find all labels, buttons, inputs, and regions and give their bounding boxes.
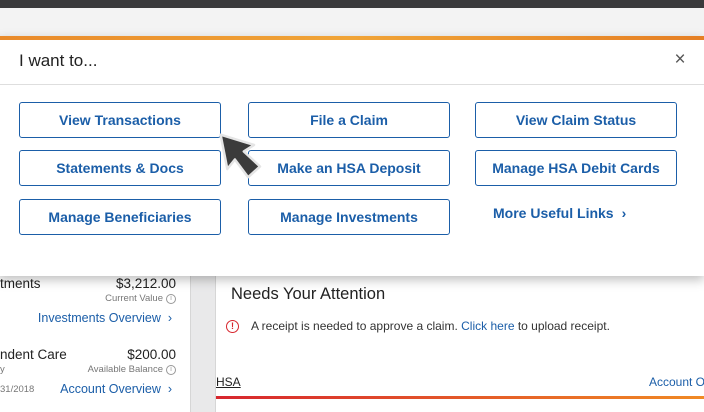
alert-icon: ! — [226, 319, 239, 333]
account-date: 31/2018 — [0, 384, 35, 395]
modal-title: I want to... — [19, 51, 98, 70]
statements-docs-button[interactable]: Statements & Docs — [19, 150, 221, 186]
info-icon[interactable]: i — [166, 293, 176, 304]
account-overview-link[interactable]: Account O — [649, 375, 704, 389]
header-strip — [0, 8, 704, 36]
view-claim-status-button[interactable]: View Claim Status — [475, 102, 677, 138]
account-amount: $200.00 — [127, 347, 176, 362]
chevron-right-icon: › — [167, 382, 172, 396]
account-name: ndent Care — [0, 347, 67, 362]
top-bar — [0, 0, 704, 8]
chevron-right-icon: › — [621, 205, 627, 221]
investments-overview-link[interactable]: Investments Overview › — [38, 311, 172, 325]
link-label: Account Overview — [60, 382, 161, 396]
account-overview-link[interactable]: Account Overview › — [60, 382, 172, 396]
upload-receipt-link[interactable]: Click here — [461, 319, 514, 333]
account-sub: Available Balance i — [88, 364, 176, 375]
make-hsa-deposit-button[interactable]: Make an HSA Deposit — [248, 150, 450, 186]
account-amount: $3,212.00 — [115, 276, 176, 291]
info-icon[interactable]: i — [166, 364, 176, 375]
link-label: Investments Overview — [37, 311, 161, 325]
account-sub-label: Current Value — [105, 293, 163, 304]
manage-investments-button[interactable]: Manage Investments — [248, 199, 450, 235]
manage-beneficiaries-button[interactable]: Manage Beneficiaries — [19, 199, 221, 235]
mouse-pointer-icon — [219, 133, 262, 179]
account-sub-label: Available Balance — [87, 364, 163, 375]
alert-row: ! A receipt is needed to approve a claim… — [226, 319, 610, 333]
account-name: tments — [0, 276, 41, 291]
close-icon[interactable]: × — [670, 50, 690, 70]
chevron-right-icon: › — [167, 311, 172, 325]
account-sub: Current Value i — [105, 293, 176, 304]
manage-hsa-debit-cards-button[interactable]: Manage HSA Debit Cards — [475, 150, 677, 186]
attention-title: Needs Your Attention — [231, 285, 386, 303]
alert-suffix: to upload receipt. — [517, 319, 610, 333]
more-useful-links[interactable]: More Useful Links › — [493, 205, 626, 221]
modal-accent-bar — [0, 36, 704, 40]
main-panel: Needs Your Attention ! A receipt is need… — [215, 262, 704, 412]
modal-divider — [0, 84, 704, 85]
view-transactions-button[interactable]: View Transactions — [19, 102, 221, 138]
hsa-section-label[interactable]: HSA — [216, 375, 241, 389]
file-a-claim-button[interactable]: File a Claim — [248, 102, 450, 138]
more-useful-links-label: More Useful Links — [493, 205, 614, 221]
hsa-accent-line — [216, 396, 704, 399]
i-want-to-modal: I want to... × View Transactions File a … — [0, 36, 704, 276]
accounts-panel: tments $3,212.00 Current Value i Investm… — [0, 262, 191, 412]
account-sub-left: y — [0, 364, 5, 375]
alert-text: A receipt is needed to approve a claim. — [251, 319, 458, 333]
